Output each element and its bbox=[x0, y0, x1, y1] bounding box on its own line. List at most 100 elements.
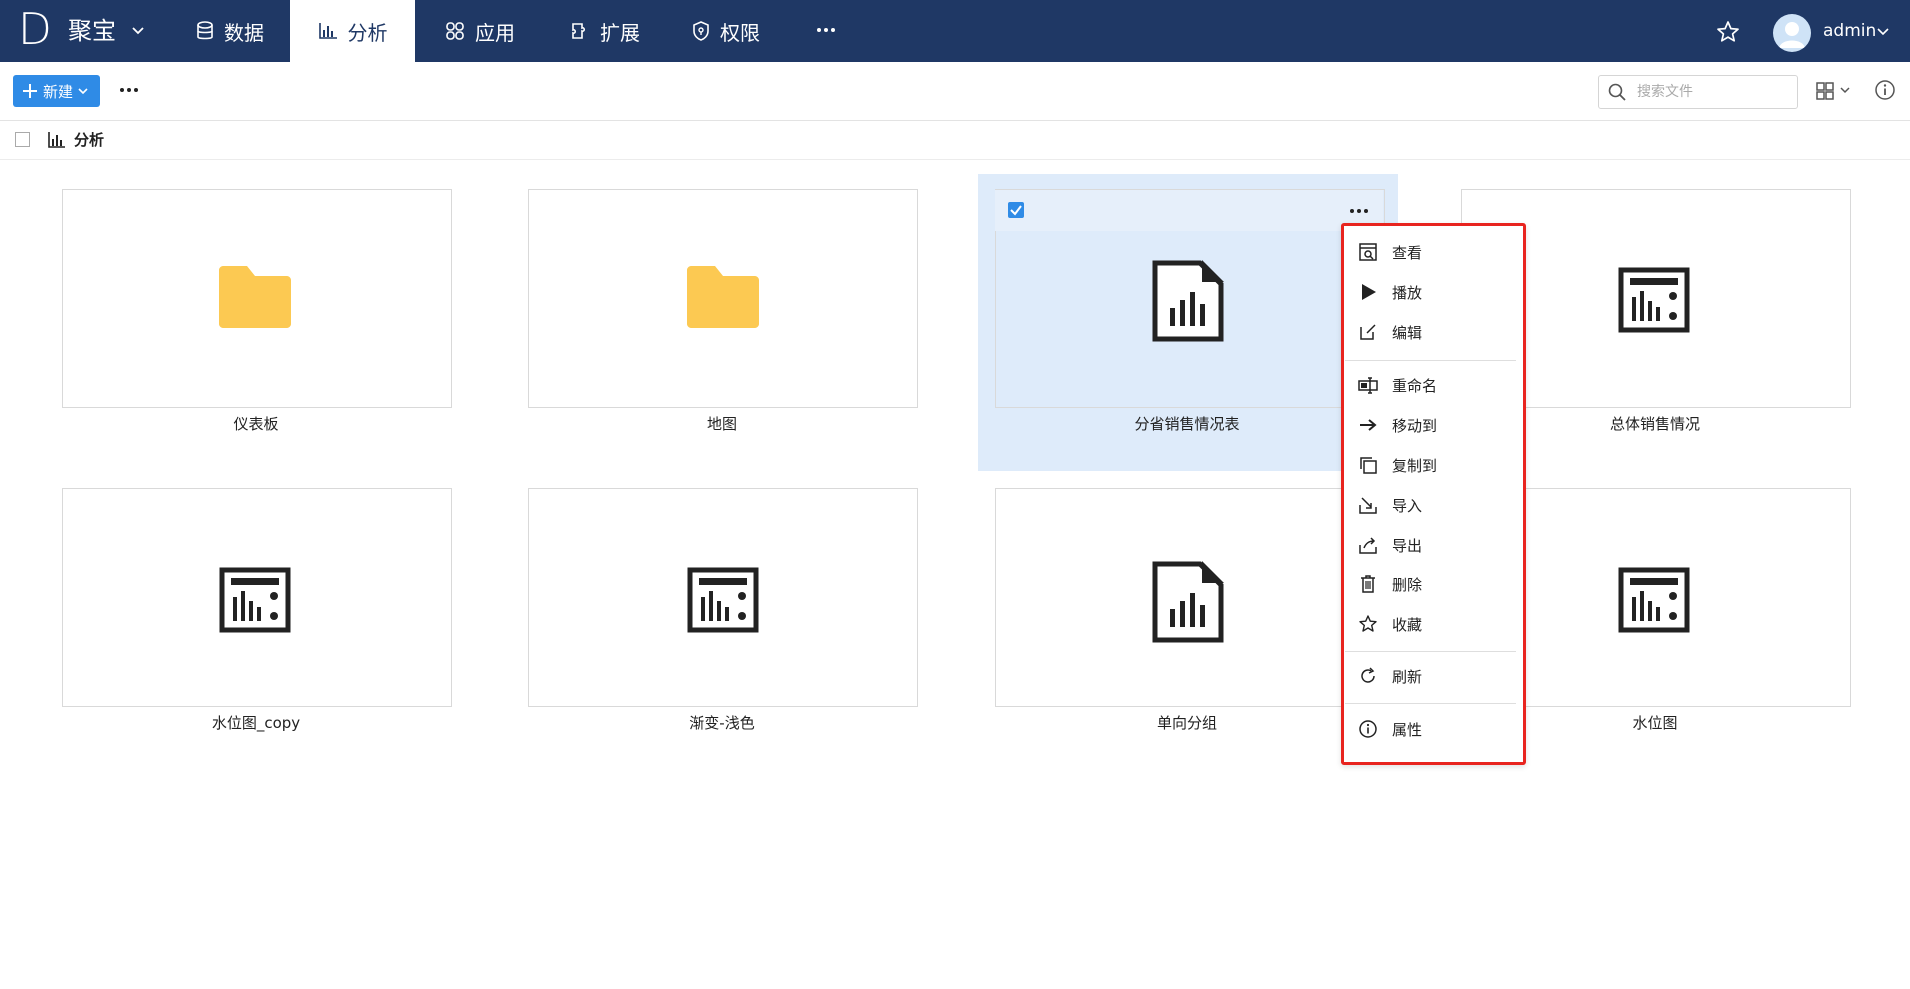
search-box bbox=[1598, 75, 1798, 109]
select-all-checkbox[interactable] bbox=[15, 132, 30, 147]
chevron-down-icon bbox=[78, 88, 88, 95]
menu-item-view[interactable]: 查看 bbox=[1358, 237, 1508, 267]
menu-item-label: 移动到 bbox=[1392, 416, 1438, 435]
menu-item-rename[interactable]: 重命名 bbox=[1358, 370, 1508, 400]
nav-item-label: 扩展 bbox=[600, 20, 640, 45]
refresh-icon bbox=[1361, 667, 1375, 683]
menu-item-label: 播放 bbox=[1392, 283, 1423, 302]
chevron-down-icon[interactable] bbox=[1876, 24, 1890, 38]
bar-chart-icon bbox=[48, 132, 65, 148]
dashboard-icon bbox=[687, 567, 759, 633]
menu-item-copy-to[interactable]: 复制到 bbox=[1358, 450, 1508, 480]
dashboard-icon bbox=[1618, 567, 1690, 633]
database-icon bbox=[197, 21, 213, 40]
plus-icon bbox=[23, 84, 37, 98]
nav-item-data[interactable]: 数据 bbox=[180, 0, 280, 62]
dashboard-icon bbox=[1618, 267, 1690, 333]
search-input[interactable] bbox=[1635, 80, 1789, 104]
menu-item-export[interactable]: 导出 bbox=[1358, 530, 1508, 560]
nav-item-permissions[interactable]: 权限 bbox=[676, 0, 776, 62]
nav-item-analysis[interactable]: 分析 bbox=[290, 0, 415, 62]
tile-checkbox-checked[interactable] bbox=[1008, 202, 1024, 218]
chevron-down-icon[interactable] bbox=[130, 20, 146, 40]
trash-icon bbox=[1361, 575, 1375, 593]
view-icon bbox=[1359, 243, 1377, 261]
check-icon bbox=[1010, 205, 1022, 216]
search-icon[interactable] bbox=[1608, 83, 1626, 101]
username[interactable]: admin bbox=[1823, 19, 1876, 43]
dashboard-icon bbox=[219, 567, 291, 633]
nav-item-label: 应用 bbox=[475, 20, 515, 45]
nav-item-apps[interactable]: 应用 bbox=[430, 0, 530, 62]
apps-icon bbox=[446, 22, 464, 40]
report-file-icon bbox=[1152, 260, 1224, 342]
menu-item-move-to[interactable]: 移动到 bbox=[1358, 410, 1508, 440]
user-icon bbox=[1779, 22, 1805, 48]
import-icon bbox=[1359, 497, 1377, 514]
star-icon bbox=[1359, 615, 1377, 632]
menu-divider bbox=[1345, 651, 1516, 652]
breadcrumb-label[interactable]: 分析 bbox=[74, 129, 104, 151]
file-tile-map-folder[interactable] bbox=[528, 189, 918, 408]
file-name[interactable]: 地图 bbox=[522, 414, 922, 434]
file-tile-dashboard-folder[interactable] bbox=[62, 189, 452, 408]
file-tile-report[interactable] bbox=[995, 488, 1385, 707]
copy-icon bbox=[1360, 457, 1377, 474]
edit-icon bbox=[1360, 324, 1376, 340]
menu-item-import[interactable]: 导入 bbox=[1358, 490, 1508, 520]
info-icon bbox=[1359, 720, 1377, 738]
file-name[interactable]: 仪表板 bbox=[56, 414, 456, 434]
menu-item-label: 删除 bbox=[1392, 575, 1423, 594]
more-icon[interactable] bbox=[814, 20, 838, 40]
file-tile-dashboard[interactable] bbox=[62, 488, 452, 707]
menu-item-favorite[interactable]: 收藏 bbox=[1358, 609, 1508, 639]
top-nav-bar bbox=[0, 0, 1910, 62]
nav-item-extensions[interactable]: 扩展 bbox=[555, 0, 655, 62]
avatar[interactable] bbox=[1773, 14, 1811, 52]
menu-item-label: 查看 bbox=[1392, 243, 1423, 262]
more-icon[interactable] bbox=[1349, 204, 1369, 218]
file-name[interactable]: 水位图_copy bbox=[56, 713, 456, 733]
menu-item-label: 重命名 bbox=[1392, 376, 1438, 395]
favorites-star-icon[interactable] bbox=[1714, 18, 1742, 46]
rename-icon bbox=[1358, 377, 1378, 394]
nav-item-label: 数据 bbox=[224, 20, 264, 45]
nav-item-label: 权限 bbox=[720, 20, 760, 45]
menu-item-label: 导入 bbox=[1392, 496, 1423, 515]
more-icon[interactable] bbox=[119, 82, 139, 98]
nav-item-label: 分析 bbox=[347, 20, 388, 45]
grid-view-icon[interactable] bbox=[1815, 80, 1855, 102]
menu-item-label: 复制到 bbox=[1392, 456, 1438, 475]
menu-item-play[interactable]: 播放 bbox=[1358, 277, 1508, 307]
menu-item-edit[interactable]: 编辑 bbox=[1358, 317, 1508, 347]
menu-item-delete[interactable]: 删除 bbox=[1358, 569, 1508, 599]
file-name[interactable]: 分省销售情况表 bbox=[987, 414, 1387, 434]
new-button-label: 新建 bbox=[43, 82, 74, 101]
file-name[interactable]: 渐变-浅色 bbox=[522, 713, 922, 733]
menu-item-properties[interactable]: 属性 bbox=[1358, 714, 1508, 744]
menu-item-label: 编辑 bbox=[1392, 323, 1423, 342]
arrow-right-icon bbox=[1360, 419, 1377, 431]
menu-item-refresh[interactable]: 刷新 bbox=[1358, 661, 1508, 691]
extension-icon bbox=[572, 23, 586, 39]
report-file-icon bbox=[1152, 561, 1224, 643]
menu-item-label: 刷新 bbox=[1392, 667, 1423, 686]
menu-item-label: 属性 bbox=[1392, 720, 1423, 739]
menu-divider bbox=[1345, 703, 1516, 704]
new-button[interactable]: 新建 bbox=[13, 75, 100, 107]
selected-tile-header bbox=[995, 190, 1383, 231]
export-icon bbox=[1359, 537, 1377, 554]
bar-chart-icon bbox=[318, 23, 337, 39]
folder-icon bbox=[219, 266, 291, 328]
play-icon bbox=[1362, 284, 1376, 300]
breadcrumb bbox=[0, 121, 1910, 160]
folder-icon bbox=[687, 266, 759, 328]
menu-item-label: 导出 bbox=[1392, 536, 1423, 555]
menu-item-label: 收藏 bbox=[1392, 615, 1423, 634]
app-name[interactable]: 聚宝 bbox=[68, 14, 116, 48]
menu-divider bbox=[1345, 360, 1516, 361]
info-icon[interactable] bbox=[1874, 79, 1896, 101]
app-logo[interactable]: D bbox=[18, 7, 52, 53]
file-name[interactable]: 单向分组 bbox=[987, 713, 1387, 733]
file-tile-dashboard[interactable] bbox=[528, 488, 918, 707]
